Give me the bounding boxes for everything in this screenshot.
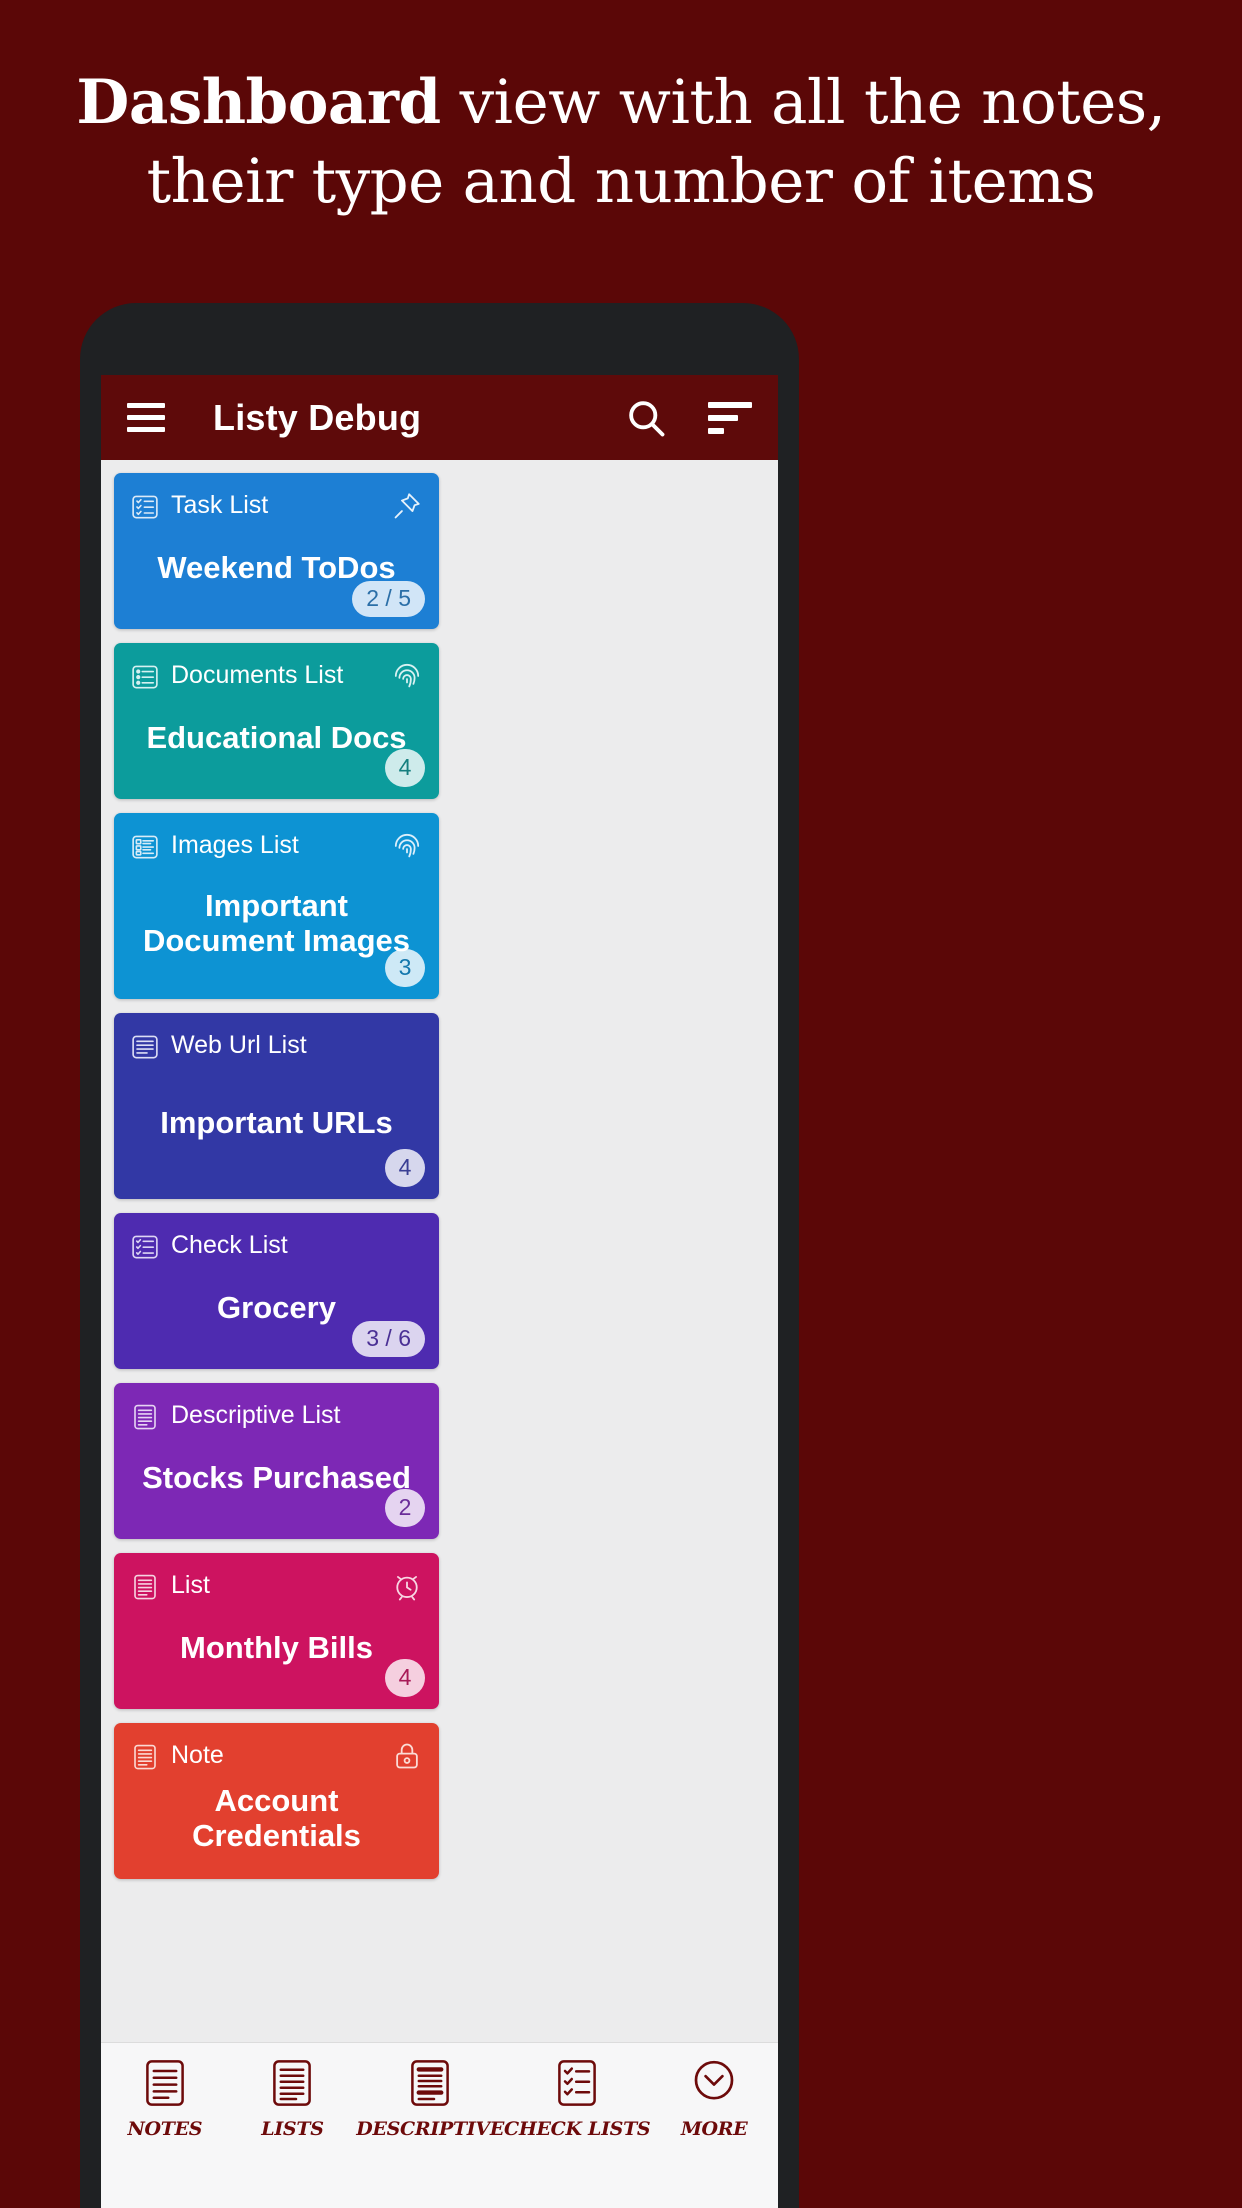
card-header: List (130, 1570, 423, 1602)
note-card[interactable]: Web Url List Important URLs 4 (114, 1013, 439, 1199)
documents-list-icon (132, 665, 158, 689)
card-title: Stocks Purchased (142, 1460, 411, 1496)
fingerprint-icon[interactable] (391, 660, 423, 692)
note-card[interactable]: Descriptive List Stocks Purchased 2 (114, 1383, 439, 1539)
bottom-navigation: NOTES LISTS DESCRIPTIVE CHECK LISTS MORE (101, 2042, 778, 2208)
card-header: Check List (130, 1230, 423, 1262)
phone-frame: Listy Debug Task List Weekend ToDos 2 / … (80, 303, 799, 2208)
promo-screenshot: Dashboard view with all the notes, their… (0, 0, 1242, 2208)
note-card[interactable]: Note Account Credentials (114, 1723, 439, 1879)
promo-heading-rest: view with all the notes, (440, 67, 1166, 138)
checklist-icon (558, 2060, 597, 2106)
card-count-badge: 4 (385, 749, 425, 787)
web-url-list-icon (132, 1035, 158, 1059)
card-header: Descriptive List (130, 1400, 423, 1432)
nav-item-descriptive[interactable]: DESCRIPTIVE (356, 2057, 504, 2140)
card-type-label: Descriptive List (171, 1401, 341, 1429)
card-type-label: List (171, 1571, 210, 1599)
search-icon[interactable] (624, 396, 668, 440)
promo-heading-line2: their type and number of items (146, 146, 1096, 218)
note-card[interactable]: Check List Grocery 3 / 6 (114, 1213, 439, 1369)
card-type-label: Documents List (171, 661, 344, 689)
card-type-label: Images List (171, 831, 299, 859)
card-count-badge: 3 / 6 (352, 1321, 425, 1357)
card-count-badge: 4 (385, 1659, 425, 1697)
note-icon (134, 1744, 156, 1770)
note-card[interactable]: Task List Weekend ToDos 2 / 5 (114, 473, 439, 629)
list-icon (134, 1574, 156, 1600)
promo-heading: Dashboard view with all the notes, their… (0, 71, 1242, 218)
card-type-label: Web Url List (171, 1031, 307, 1059)
descriptive-list-icon (134, 1404, 156, 1430)
card-header: Task List (130, 490, 423, 522)
task-list-icon (132, 495, 158, 519)
nav-label: NOTES (127, 2118, 203, 2140)
descriptive-lines-icon (411, 2060, 449, 2106)
card-header: Documents List (130, 660, 423, 692)
notes-grid: Task List Weekend ToDos 2 / 5 Documents … (101, 460, 778, 2042)
chevron-down-circle-icon (694, 2060, 734, 2100)
promo-heading-bold: Dashboard (76, 67, 441, 138)
nav-item-check-lists[interactable]: CHECK LISTS (504, 2057, 651, 2140)
card-type-label: Task List (171, 491, 269, 519)
nav-item-lists[interactable]: LISTS (229, 2057, 357, 2140)
phone-screen: Listy Debug Task List Weekend ToDos 2 / … (101, 375, 778, 2208)
app-bar-actions (624, 396, 752, 440)
hamburger-menu-icon[interactable] (127, 403, 165, 432)
pushpin-icon[interactable] (391, 490, 423, 522)
card-header: Web Url List (130, 1030, 423, 1062)
lock-icon[interactable] (391, 1740, 423, 1772)
card-count-badge: 2 (385, 1489, 425, 1527)
app-bar: Listy Debug (101, 375, 778, 460)
nav-label: MORE (680, 2118, 748, 2140)
card-count-badge: 4 (385, 1149, 425, 1187)
card-title: Account Credentials (192, 1782, 361, 1853)
card-type-label: Check List (171, 1231, 288, 1259)
card-title: Educational Docs (146, 720, 407, 756)
note-lines-icon (145, 2060, 184, 2106)
note-card[interactable]: Documents List Educational Docs 4 (114, 643, 439, 799)
check-list-icon (132, 1235, 158, 1259)
card-header: Note (130, 1740, 423, 1772)
images-list-icon (132, 835, 158, 859)
card-title: Important Document Images (142, 887, 410, 958)
card-header: Images List (130, 830, 423, 862)
list-lines-icon (273, 2060, 312, 2106)
nav-label: DESCRIPTIVE (356, 2118, 504, 2140)
card-type-label: Note (171, 1741, 224, 1769)
nav-label: LISTS (261, 2118, 324, 2140)
nav-item-more[interactable]: MORE (650, 2057, 778, 2140)
note-card[interactable]: List Monthly Bills 4 (114, 1553, 439, 1709)
sort-filter-icon[interactable] (708, 401, 752, 434)
alarm-clock-icon[interactable] (391, 1570, 423, 1602)
nav-item-notes[interactable]: NOTES (101, 2057, 229, 2140)
note-card[interactable]: Images List Important Document Images 3 (114, 813, 439, 999)
nav-label: CHECK LISTS (504, 2118, 651, 2140)
card-title: Important URLs (160, 1105, 393, 1141)
card-title: Monthly Bills (180, 1630, 373, 1666)
card-count-badge: 2 / 5 (352, 581, 425, 617)
page-title: Listy Debug (213, 396, 422, 438)
card-count-badge: 3 (385, 949, 425, 987)
fingerprint-icon[interactable] (391, 830, 423, 862)
